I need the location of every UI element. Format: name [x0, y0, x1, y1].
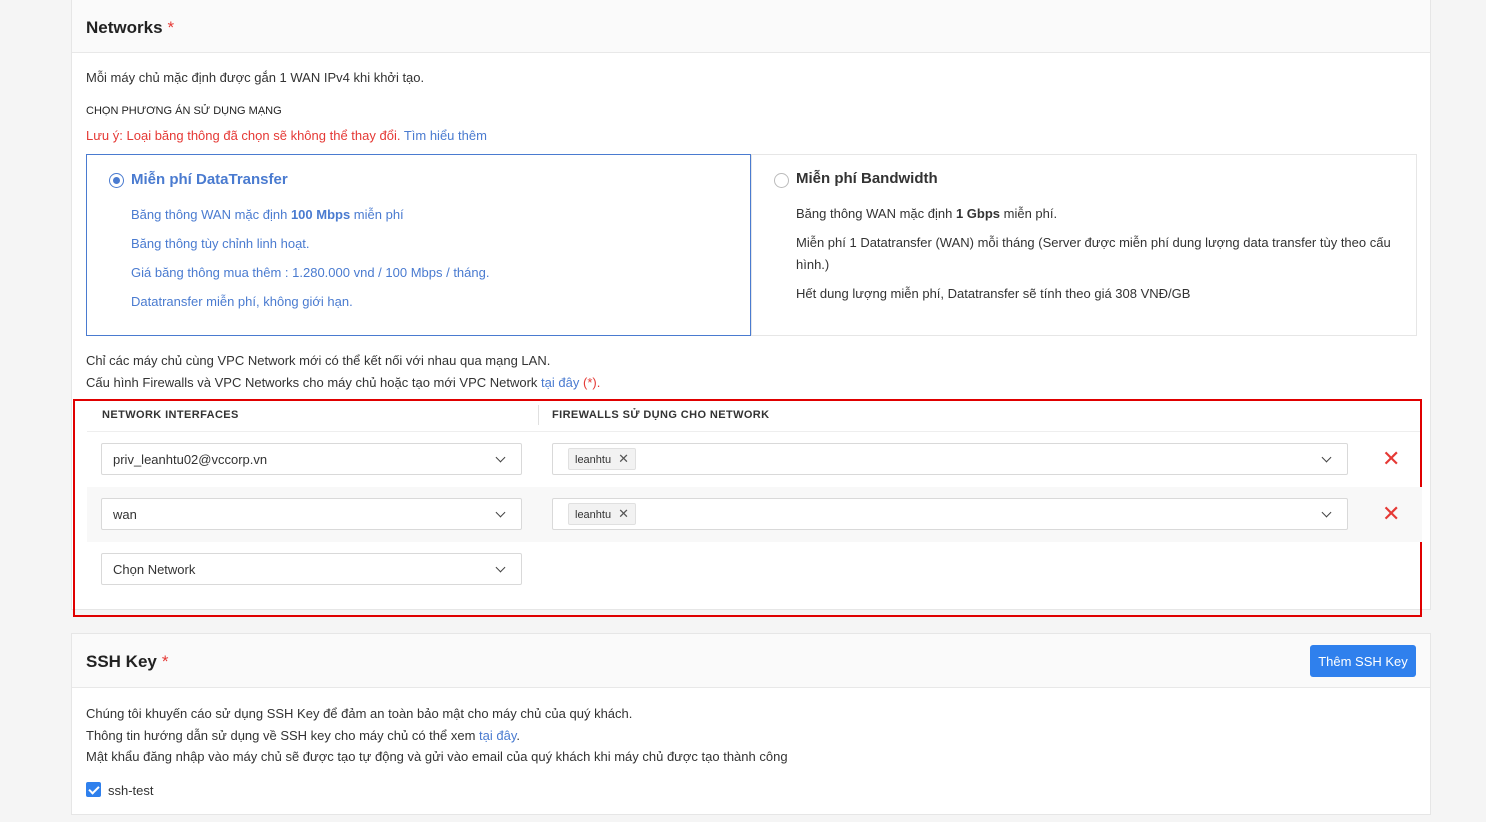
network-select[interactable]: wan: [101, 498, 522, 530]
ssh-key-card: SSH Key * Thêm SSH Key Chúng tôi khuyến c…: [71, 633, 1431, 815]
radio-datatransfer[interactable]: [109, 173, 124, 188]
option-line: Băng thông WAN mặc định 100 Mbps miễn ph…: [131, 207, 404, 222]
chevron-down-icon: [1321, 507, 1332, 518]
option-line: Datatransfer miễn phí, không giới hạn.: [131, 294, 353, 309]
choose-network-select[interactable]: Chọn Network: [101, 553, 522, 585]
option-bandwidth-title: Miễn phí Bandwidth: [796, 170, 938, 187]
ssh-header: SSH Key * Thêm SSH Key: [72, 634, 1430, 688]
networks-intro: Mỗi máy chủ mặc định được gắn 1 WAN IPv4…: [86, 70, 425, 85]
networks-card: Networks * Mỗi máy chủ mặc định được gắn …: [71, 0, 1431, 617]
delete-row-icon[interactable]: ✕: [1382, 448, 1400, 470]
bandwidth-note: Lưu ý: Loại băng thông đã chọn sẽ không …: [86, 128, 487, 143]
delete-row-icon[interactable]: ✕: [1382, 503, 1400, 525]
table-row: priv_leanhtu02@vccorp.vn leanhtu ✕ ✕: [87, 432, 1422, 487]
radio-bandwidth[interactable]: [774, 173, 789, 188]
option-line: hình.): [796, 257, 830, 272]
table-row-new: Chọn Network: [87, 542, 1422, 597]
network-select[interactable]: priv_leanhtu02@vccorp.vn: [101, 443, 522, 475]
chevron-down-icon: [495, 507, 506, 518]
ssh-guide-link[interactable]: tại đây: [479, 728, 516, 743]
col-network-interfaces: NETWORK INTERFACES: [102, 409, 239, 421]
config-link[interactable]: tại đây: [541, 375, 579, 390]
networks-header: Networks *: [72, 0, 1430, 53]
option-datatransfer[interactable]: Miễn phí DataTransfer Băng thông WAN mặc…: [86, 154, 751, 336]
option-line: Giá băng thông mua thêm : 1.280.000 vnd …: [131, 265, 490, 280]
required-mark: *: [161, 652, 169, 671]
required-mark: *: [167, 18, 175, 37]
ssh-line-1: Chúng tôi khuyến cáo sử dụng SSH Key để …: [86, 706, 633, 721]
firewall-select[interactable]: leanhtu ✕: [552, 498, 1348, 530]
learn-more-link[interactable]: Tìm hiểu thêm: [404, 128, 487, 143]
column-divider: [538, 405, 539, 425]
section-label: CHỌN PHƯƠNG ÁN SỬ DỤNG MẠNG: [86, 105, 282, 117]
ssh-key-checkbox[interactable]: [86, 782, 101, 797]
config-note: Cấu hình Firewalls và VPC Networks cho m…: [86, 375, 601, 390]
table-row: wan leanhtu ✕ ✕: [87, 487, 1422, 542]
firewall-tag: leanhtu ✕: [568, 503, 636, 525]
chevron-down-icon: [1321, 452, 1332, 463]
vpc-note: Chỉ các máy chủ cùng VPC Network mới có …: [86, 353, 551, 368]
ssh-line-2: Thông tin hướng dẫn sử dụng về SSH key c…: [86, 728, 521, 743]
networks-title: Networks *: [86, 18, 175, 37]
option-datatransfer-title: Miễn phí DataTransfer: [131, 171, 288, 188]
ssh-line-3: Mật khẩu đăng nhập vào máy chủ sẽ được t…: [86, 749, 788, 764]
col-firewalls: FIREWALLS SỬ DỤNG CHO NETWORK: [552, 409, 770, 421]
firewall-tag: leanhtu ✕: [568, 448, 636, 470]
firewall-select[interactable]: leanhtu ✕: [552, 443, 1348, 475]
chevron-down-icon: [495, 562, 506, 573]
option-line: Hết dung lượng miễn phí, Datatransfer sẽ…: [796, 286, 1191, 301]
tag-remove-icon[interactable]: ✕: [618, 451, 629, 466]
chevron-down-icon: [495, 452, 506, 463]
tag-remove-icon[interactable]: ✕: [618, 506, 629, 521]
option-line: Băng thông tùy chỉnh linh hoạt.: [131, 236, 310, 251]
network-interfaces-table: NETWORK INTERFACES FIREWALLS SỬ DỤNG CHO…: [73, 399, 1422, 617]
ssh-title: SSH Key *: [86, 652, 169, 671]
ssh-key-label: ssh-test: [108, 783, 154, 798]
option-line: Băng thông WAN mặc định 1 Gbps miễn phí.: [796, 206, 1058, 221]
option-bandwidth[interactable]: Miễn phí Bandwidth Băng thông WAN mặc đị…: [751, 154, 1417, 336]
add-ssh-key-button[interactable]: Thêm SSH Key: [1310, 645, 1416, 677]
option-line: Miễn phí 1 Datatransfer (WAN) mỗi tháng …: [796, 235, 1391, 250]
